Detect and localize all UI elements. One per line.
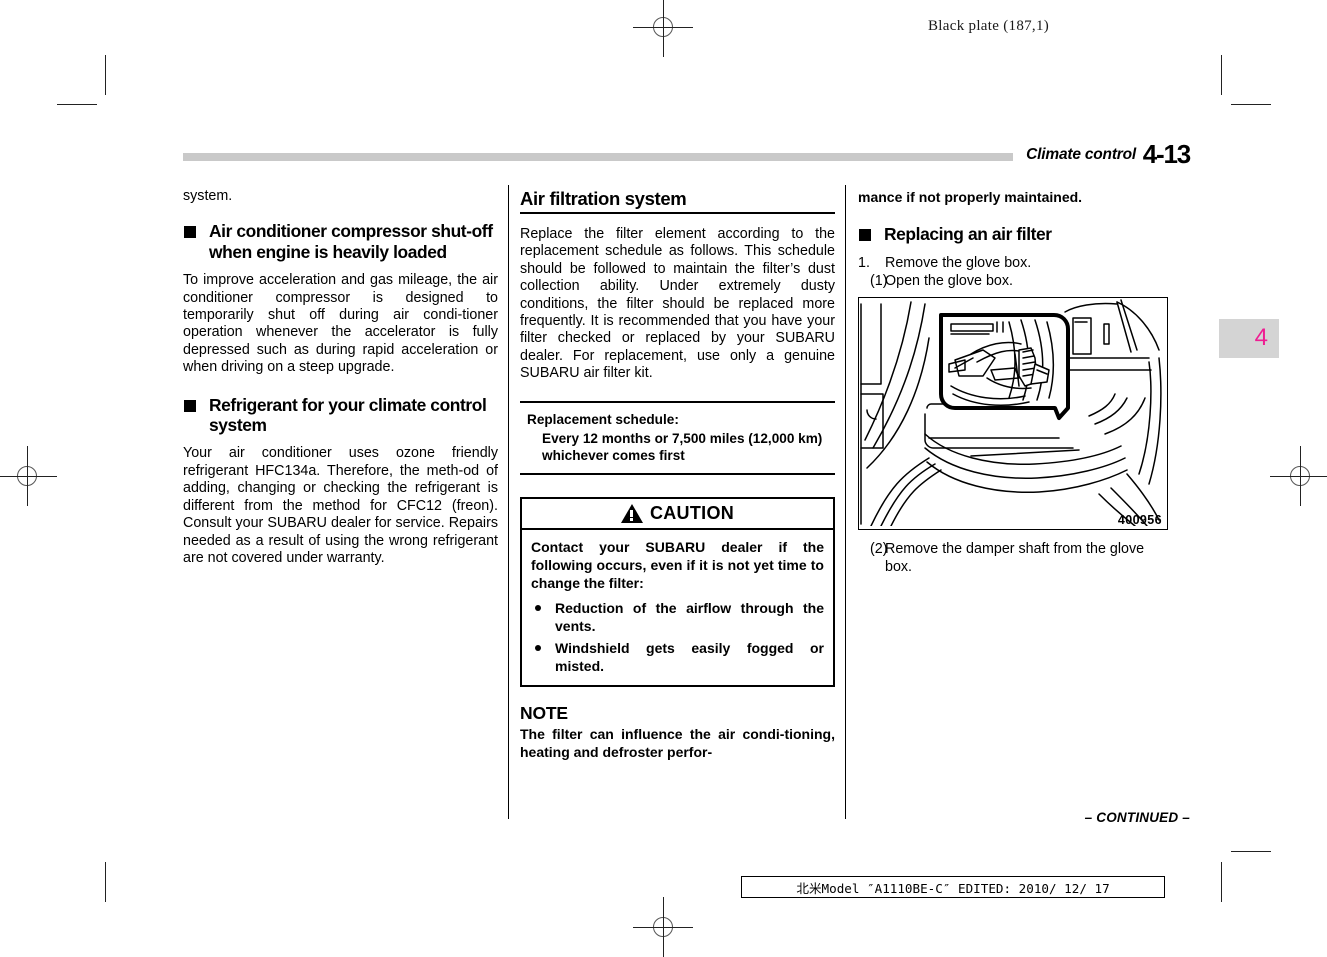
crop-mark-bottom-right-horizontal — [1231, 851, 1271, 852]
running-head-title: Climate control — [1026, 146, 1136, 163]
replacement-schedule-block: Replacement schedule: Every 12 months or… — [520, 400, 835, 475]
registration-mark-left — [0, 446, 57, 506]
registration-vertical-line — [662, 0, 664, 57]
replacement-schedule-detail: Every 12 months or 7,500 miles (12,000 k… — [542, 430, 823, 463]
footer-edition-stamp: 北米Model ″A1110BE-C″ EDITED: 2010/ 12/ 17 — [741, 876, 1165, 898]
caution-header: CAUTION — [520, 496, 835, 530]
page-number: 4-13 — [1142, 139, 1191, 169]
heading-air-conditioner-compressor-shutoff: Air conditioner compressor shut-off when… — [183, 221, 498, 262]
warning-triangle-icon — [620, 503, 643, 523]
heading-refrigerant-for-climate-control: Refrigerant for your climate control sys… — [183, 395, 498, 436]
substep-two: (2) Remove the damper shaft from the glov… — [858, 540, 1173, 576]
registration-mark-top — [633, 0, 693, 57]
chapter-tab-number: 4 — [1254, 324, 1268, 351]
step-number: 1. — [858, 255, 870, 272]
running-head-rule — [183, 153, 1013, 161]
bullet-dot-icon — [535, 604, 541, 611]
column-divider-1 — [508, 185, 509, 819]
caution-list-item: Windshield gets easily fogged or misted. — [531, 639, 824, 675]
bullet-dot-icon — [535, 644, 541, 651]
registration-horizontal-line — [633, 926, 693, 928]
caution-label: CAUTION — [649, 502, 735, 523]
registration-horizontal-line — [0, 475, 57, 477]
chapter-thumb-tab: 4 — [1219, 319, 1279, 358]
step-text: Remove the glove box. — [885, 255, 1032, 272]
caution-list-item: Reduction of the airflow through the ven… — [531, 599, 824, 635]
glove-box-line-drawing — [860, 299, 1162, 527]
heading-text: Replacing an air filter — [884, 224, 1052, 244]
glove-box-illustration: 400956 — [858, 297, 1168, 531]
note-label: NOTE — [520, 702, 568, 723]
heading-text: Refrigerant for your climate control sys… — [209, 394, 487, 436]
substep-one: (1) Open the glove box. — [858, 272, 1173, 290]
crop-mark-top-right-vertical — [1221, 55, 1222, 95]
square-bullet-icon — [859, 229, 871, 241]
continued-marker: – CONTINUED – — [1084, 810, 1190, 825]
heading-replacing-an-air-filter: Replacing an air filter — [858, 224, 1173, 244]
substep-text: Remove the damper shaft from the glove b… — [885, 541, 1145, 576]
column-one: system. Air conditioner compressor shut-… — [183, 188, 498, 567]
replacement-schedule-title: Replacement schedule: — [527, 411, 679, 427]
continued-text-column-one: system. — [183, 188, 233, 204]
caution-item-list: Reduction of the airflow through the ven… — [531, 599, 824, 675]
column-three: mance if not properly maintained. Replac… — [858, 188, 1173, 576]
registration-mark-right — [1270, 446, 1327, 506]
caution-item-text: Reduction of the airflow through the ven… — [555, 599, 824, 634]
paragraph-refrigerant: Your air conditioner uses ozone friendly… — [183, 445, 498, 566]
registration-horizontal-line — [1270, 475, 1327, 477]
crop-mark-top-right-horizontal — [1231, 104, 1271, 105]
square-bullet-icon — [184, 399, 196, 412]
substep-number: (2) — [870, 541, 888, 558]
figure-id: 400956 — [1117, 513, 1162, 528]
black-plate-label: Black plate (187,1) — [928, 18, 1050, 34]
square-bullet-icon — [184, 226, 196, 239]
crop-mark-top-left-horizontal — [57, 104, 97, 105]
substep-number: (1) — [870, 273, 888, 290]
column-divider-2 — [845, 185, 846, 819]
column-two: Air filtration system Replace the filter… — [520, 188, 835, 761]
step-one: 1. Remove the glove box. — [858, 254, 1173, 272]
section-title-air-filtration-system: Air filtration system — [520, 188, 835, 214]
substep-text: Open the glove box. — [885, 273, 1013, 290]
crop-mark-bottom-left-vertical — [105, 862, 106, 902]
registration-mark-bottom — [633, 897, 693, 957]
continued-note-text-column-three: mance if not properly maintained. — [858, 189, 1083, 205]
registration-horizontal-line — [633, 26, 693, 28]
caution-intro-text: Contact your SUBARU dealer if the follow… — [531, 538, 824, 591]
crop-mark-top-left-vertical — [105, 55, 106, 95]
note-text: The filter can influence the air condi-t… — [520, 725, 835, 760]
heading-text: Air conditioner compressor shut-off when… — [209, 221, 493, 262]
caution-body: Contact your SUBARU dealer if the follow… — [520, 529, 835, 687]
paragraph-compressor-shutoff: To improve acceleration and gas mileage,… — [183, 272, 498, 376]
caution-item-text: Windshield gets easily fogged or misted. — [555, 639, 824, 674]
paragraph-air-filtration: Replace the filter element according to … — [520, 226, 835, 382]
crop-mark-bottom-right-vertical — [1221, 862, 1222, 902]
